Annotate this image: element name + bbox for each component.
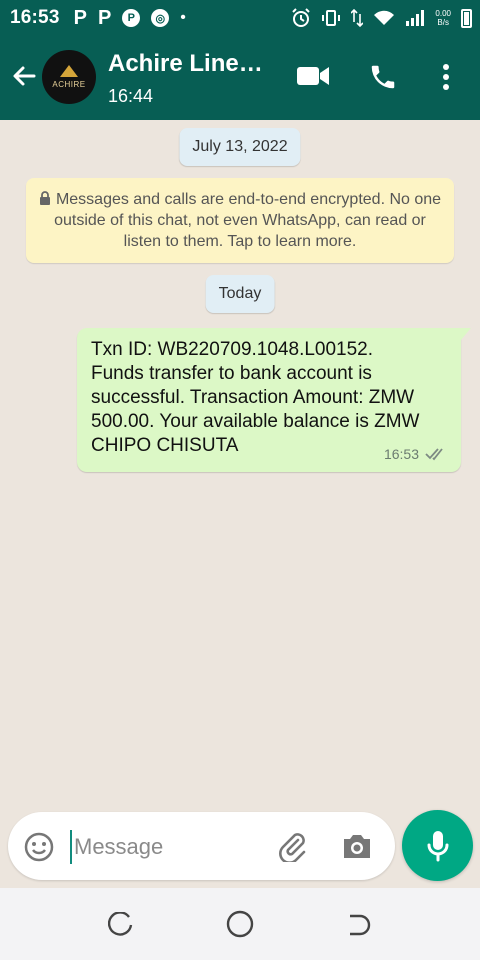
encryption-notice[interactable]: Messages and calls are end-to-end encryp… xyxy=(26,178,454,263)
p-app-icon: P xyxy=(73,6,87,29)
system-icons: 0.00 B/s xyxy=(291,0,472,36)
outgoing-message[interactable]: Txn ID: WB220709.1048.L00152. Funds tran… xyxy=(77,328,471,472)
more-notifications-dot: • xyxy=(180,9,186,26)
message-input[interactable] xyxy=(70,830,261,864)
p-app-icon: P xyxy=(97,6,112,29)
date-chip: July 13, 2022 xyxy=(179,128,301,166)
avatar[interactable]: ACHIRE xyxy=(42,50,96,104)
mic-button[interactable] xyxy=(402,810,473,881)
vibrate-icon xyxy=(322,10,341,26)
back-arrow-icon[interactable] xyxy=(8,60,40,92)
nav-back-icon[interactable] xyxy=(346,912,372,938)
notification-icons: P P P ◎ • xyxy=(74,7,186,30)
speed-unit: B/s xyxy=(437,18,449,27)
more-options-icon[interactable] xyxy=(436,62,456,92)
status-time: 16:53 xyxy=(10,7,60,28)
encryption-notice-text: Messages and calls are end-to-end encryp… xyxy=(54,191,442,250)
camera-icon[interactable] xyxy=(341,832,373,860)
video-call-icon[interactable] xyxy=(296,64,330,88)
logo-mark-icon xyxy=(60,65,78,77)
message-composer xyxy=(8,812,395,880)
avatar-logo-text: ACHIRE xyxy=(52,80,86,89)
today-chip: Today xyxy=(205,275,275,313)
network-speed: 0.00 B/s xyxy=(435,9,451,27)
status-bar: 16:53 P P P ◎ • 0.00 B/s xyxy=(0,0,480,36)
p-app-icon: P xyxy=(122,9,141,27)
speed-value: 0.00 xyxy=(435,9,451,18)
mic-icon xyxy=(427,830,448,861)
home-icon[interactable] xyxy=(226,910,254,938)
chrome-icon: ◎ xyxy=(151,9,170,27)
alarm-icon xyxy=(292,8,311,27)
message-text: Txn ID: WB220709.1048.L00152. Funds tran… xyxy=(91,339,420,456)
data-arrows-icon xyxy=(351,8,364,28)
recent-apps-icon[interactable] xyxy=(108,912,134,938)
contact-name[interactable]: Achire Line… xyxy=(108,50,263,78)
system-nav-bar xyxy=(0,888,480,960)
attach-icon[interactable] xyxy=(276,830,308,862)
lock-icon xyxy=(39,191,50,205)
chat-area[interactable]: July 13, 2022 Messages and calls are end… xyxy=(0,120,480,810)
last-seen: 16:44 xyxy=(108,86,154,106)
message-time: 16:53 xyxy=(383,446,419,462)
emoji-icon[interactable] xyxy=(23,831,55,863)
battery-icon xyxy=(461,8,472,28)
voice-call-icon[interactable] xyxy=(368,62,398,92)
signal-icon xyxy=(406,10,425,26)
chat-header: ACHIRE Achire Line… 16:44 xyxy=(0,36,480,120)
double-check-icon xyxy=(425,448,443,461)
wifi-icon xyxy=(374,10,395,25)
message-meta: 16:53 xyxy=(384,446,449,462)
